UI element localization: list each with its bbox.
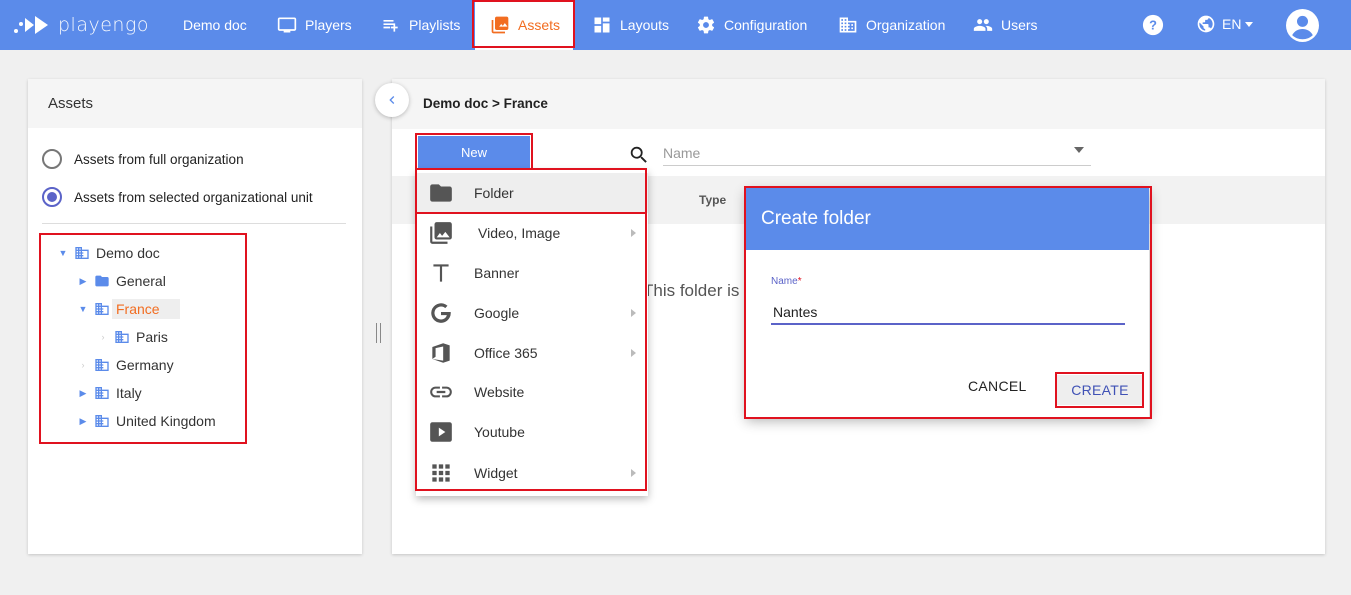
menu-items-highlight [415,212,647,491]
svg-text:?: ? [1149,18,1157,33]
folder-item-highlight [415,168,647,214]
tree-highlight [39,233,247,444]
create-button-highlight [1055,372,1144,408]
search-input[interactable] [663,140,1091,166]
nav-demo-doc-label: Demo doc [183,17,247,33]
nav-layouts-label: Layouts [620,17,670,33]
nav-configuration-label: Configuration [724,17,808,33]
radio-button-unchecked[interactable] [42,149,62,169]
monitor-icon [277,17,297,33]
left-panel-title: Assets [28,79,362,128]
radio-selected-unit-label: Assets from selected organizational unit [74,189,313,205]
radio-button-checked[interactable] [42,187,62,207]
nav-demo-doc[interactable]: Demo doc [183,0,247,50]
app-logo[interactable]: playengo [12,12,149,38]
search-icon [630,146,647,163]
user-avatar-icon[interactable] [1286,9,1319,42]
nav-users-label: Users [1001,17,1038,33]
new-button-highlight [415,133,533,170]
nav-users[interactable]: Users [973,0,1038,50]
language-selector[interactable]: EN [1196,14,1254,34]
nav-organization[interactable]: Organization [838,0,945,50]
nav-playlists-label: Playlists [409,17,461,33]
search-dropdown-caret-icon[interactable] [1074,147,1084,153]
radio-selected-unit[interactable]: Assets from selected organizational unit [42,187,313,207]
radio-full-organization[interactable]: Assets from full organization [42,149,244,169]
panel-splitter-handle[interactable] [375,323,383,343]
building-icon [839,17,857,33]
divider [42,223,346,224]
language-label: EN [1222,16,1242,32]
nav-playlists[interactable]: Playlists [381,0,460,50]
back-button[interactable] [375,83,409,117]
assets-tree-panel: Assets Assets from full organization Ass… [28,79,362,554]
nav-layouts[interactable]: Layouts [592,0,669,50]
help-icon[interactable]: ? [1142,14,1164,36]
radio-full-organization-label: Assets from full organization [74,151,244,167]
globe-icon [1197,15,1215,33]
layout-icon [594,17,610,33]
chevron-down-icon [1245,21,1254,27]
nav-configuration[interactable]: Configuration [696,0,807,50]
playlist-icon [383,20,398,32]
gear-icon [697,16,715,34]
breadcrumb: Demo doc > France [423,96,548,111]
users-icon [973,19,993,31]
chevron-left-icon [389,96,395,104]
logo-text: playengo [58,14,149,36]
assets-tab-highlight [472,0,575,48]
empty-folder-message: This folder is [643,281,740,300]
nav-organization-label: Organization [866,17,946,33]
nav-players[interactable]: Players [277,0,352,50]
playengo-logo-icon [14,16,48,34]
top-navigation-bar: playengo Demo doc Players Playlists Asse… [0,0,1351,50]
nav-players-label: Players [305,17,352,33]
column-header-type[interactable]: Type [699,193,726,207]
